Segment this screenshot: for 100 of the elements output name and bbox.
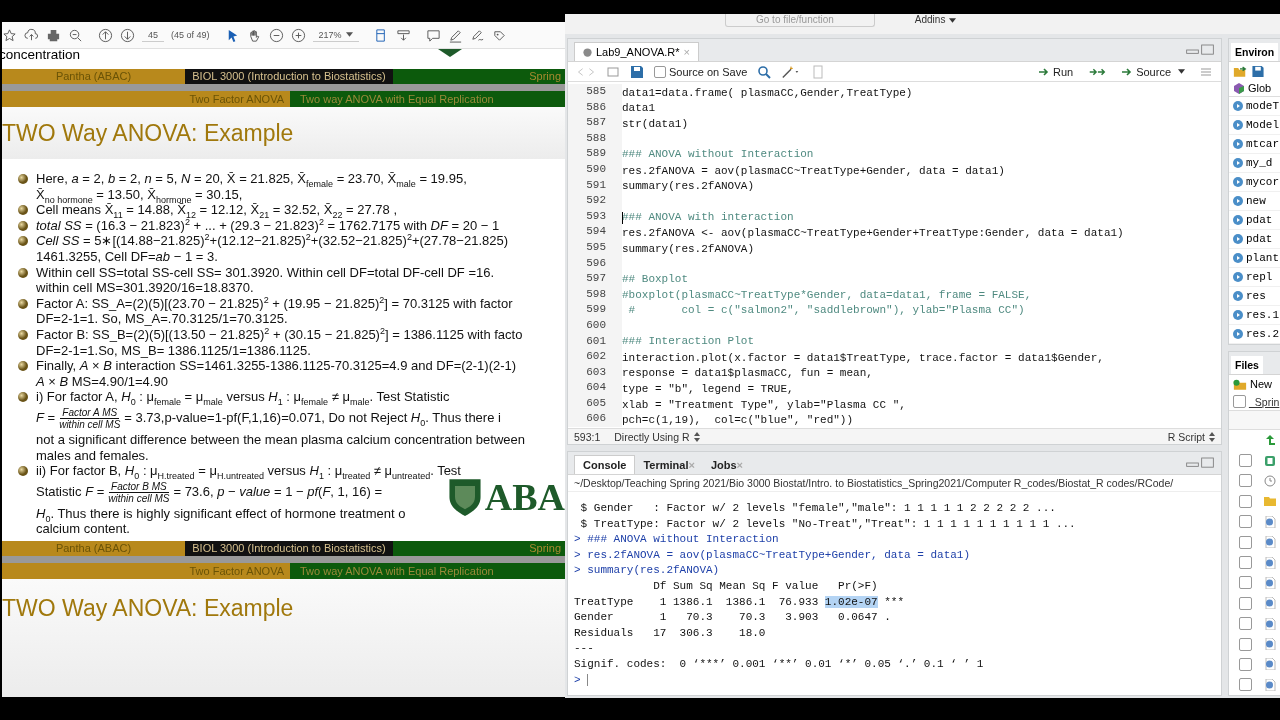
file-tab[interactable]: Lab9_ANOVA.R* × — [574, 42, 699, 61]
files-tab[interactable]: Files — [1231, 356, 1263, 374]
author-band: Pantha (ABAC) — [2, 69, 185, 84]
addins-menu[interactable]: Addins — [914, 14, 957, 26]
new-folder-button[interactable]: New — [1229, 375, 1280, 393]
page-down-icon[interactable] — [120, 27, 135, 43]
window-buttons-icon[interactable] — [1185, 44, 1215, 56]
code-line: type = "b", legend = TRUE, — [622, 382, 795, 396]
environment-item[interactable]: mycor — [1229, 173, 1280, 192]
file-checkbox[interactable] — [1239, 576, 1252, 590]
file-checkbox[interactable] — [1239, 515, 1252, 529]
code-line: ### ANOVA with interaction — [622, 210, 794, 223]
bullet-text: calcium content. — [36, 521, 131, 537]
file-checkbox[interactable] — [1239, 678, 1252, 692]
bullet-icon — [18, 236, 28, 247]
updown-caret-icon — [693, 431, 700, 442]
scroll-mode-icon[interactable] — [395, 27, 411, 43]
console-line: > ### ANOVA without Interaction — [574, 532, 780, 548]
pen-icon[interactable] — [447, 27, 463, 43]
environment-item[interactable]: res.2 — [1229, 325, 1280, 344]
slide-title: TWO Way ANOVA: Example — [2, 119, 294, 147]
star-icon[interactable] — [2, 27, 17, 43]
r-file-icon[interactable] — [1264, 515, 1276, 528]
r-file-icon[interactable] — [1264, 638, 1276, 651]
parent-folder-icon[interactable] — [1264, 434, 1276, 447]
r-file-icon[interactable] — [1264, 536, 1276, 549]
folder-breadcrumb[interactable]: _Sprin — [1229, 393, 1280, 410]
upload-icon[interactable] — [24, 27, 39, 43]
slide-title: TWO Way ANOVA: Example — [2, 595, 294, 622]
environment-item[interactable]: pdat — [1229, 211, 1280, 230]
save-icon[interactable] — [1251, 64, 1265, 78]
environment-item[interactable]: repl — [1229, 268, 1280, 287]
environment-item[interactable]: my_d — [1229, 154, 1280, 173]
clock-icon[interactable] — [1264, 474, 1276, 487]
data-object-icon — [1233, 177, 1243, 187]
file-checkbox[interactable] — [1239, 596, 1252, 610]
file-type-dropdown[interactable]: R Script — [1167, 430, 1215, 443]
environment-item[interactable]: plant — [1229, 249, 1280, 268]
r-file-icon[interactable] — [1264, 658, 1276, 671]
file-checkbox[interactable] — [1239, 494, 1252, 508]
environment-item[interactable]: res.1 — [1229, 306, 1280, 325]
environment-item[interactable]: modeT — [1229, 97, 1280, 116]
bullet-text: Finally, A × B interaction SS=1461.3255-1386.1125-70.3125=4.9 and DF=(2-1)(2-1) — [36, 358, 517, 374]
file-checkbox[interactable] — [1239, 637, 1252, 651]
file-checkbox[interactable] — [1239, 617, 1252, 631]
zoom-out-icon[interactable] — [268, 27, 284, 43]
window-buttons-icon[interactable] — [1185, 457, 1215, 469]
bullet-text: DF=2-1=1. So, MS_A=.70.3125/1=70.3125. — [36, 311, 289, 327]
r-file-icon[interactable] — [1264, 556, 1276, 569]
source-button[interactable]: Source — [1117, 65, 1189, 78]
subsection-band: Two way ANOVA with Equal Replication — [290, 563, 565, 579]
source-on-save-checkbox[interactable]: Source on Save — [654, 65, 748, 78]
line-number: 585 — [568, 84, 622, 100]
zoom-dropdown[interactable]: 217% — [312, 28, 359, 42]
run-button[interactable]: Run — [1033, 65, 1078, 78]
course-band: BIOL 3000 (Introduction to Biostatistics) — [185, 541, 393, 556]
print-icon[interactable] — [46, 27, 61, 43]
file-checkbox[interactable] — [1239, 556, 1252, 570]
r-file-icon[interactable] — [1264, 617, 1276, 630]
zoom-in-icon[interactable] — [290, 27, 306, 43]
console-tab[interactable]: Console — [574, 455, 636, 474]
r-file-icon[interactable] — [1264, 576, 1276, 589]
zoom-out-icon[interactable] — [68, 27, 83, 43]
code-line: res.2fANOVA = aov(plasmaCC~TreatType+Gender, data = data1) — [622, 163, 1006, 177]
save-icon[interactable] — [630, 64, 644, 79]
code-line: # col = c("salmon2", "saddlebrown"), ylab="Plasma CC") — [627, 304, 1025, 317]
data-object-icon — [1233, 158, 1243, 168]
environment-dropdown[interactable]: Glob — [1229, 80, 1280, 97]
file-checkbox[interactable] — [1239, 658, 1252, 671]
folder-icon[interactable] — [1264, 495, 1276, 508]
sign-icon[interactable] — [469, 27, 485, 43]
environment-item[interactable]: new — [1229, 192, 1280, 211]
search-icon[interactable] — [757, 64, 772, 79]
page-up-icon[interactable] — [98, 27, 113, 43]
file-checkbox[interactable] — [1239, 454, 1252, 468]
file-checkbox[interactable] — [1239, 474, 1252, 488]
code-line: ### Interaction Plot — [622, 335, 755, 348]
console-line: Df Sum Sq Mean Sq F value Pr(>F) — [652, 578, 879, 594]
console-tab[interactable]: Jobs× — [702, 456, 751, 474]
r-file-icon[interactable] — [1264, 597, 1276, 610]
bullet-text: X̄$_{no hormone}$ = 13.50, X̄$_{hormone}$ = 30.15, — [36, 186, 244, 203]
new-folder-icon — [1233, 378, 1247, 390]
bullet-text: i) For factor A, H$_{0}$ : μ$_{female}$ = μ$_{male}$ versus H$_{1}$ : μ$_{female}$ ≠ μ$_{male}$. Test Statistic — [36, 389, 451, 405]
open-folder-icon[interactable] — [1233, 64, 1247, 78]
scope-dropdown[interactable]: Directly Using R — [614, 430, 700, 443]
bullet-text: Factor A: SS_A=(2)(5)[(23.70 − 21.825)$^{2}$ + (19.95 − 21.825)$^{2}$] = 70.3125 with factor — [36, 295, 513, 312]
page-number-field[interactable]: 45 — [142, 28, 164, 42]
environment-tab[interactable]: Environ — [1231, 43, 1279, 61]
r-file-icon[interactable] — [1264, 678, 1276, 691]
environment-item[interactable]: mtcar — [1229, 135, 1280, 154]
environment-item[interactable]: Model — [1229, 116, 1280, 135]
course-band: BIOL 3000 (Introduction to Biostatistics) — [185, 69, 393, 84]
r-document-icon[interactable] — [1264, 454, 1276, 467]
caret-icon — [345, 32, 353, 37]
environment-item[interactable]: pdat — [1229, 230, 1280, 249]
comment-icon[interactable] — [425, 27, 441, 43]
console-tab[interactable]: Terminal× — [635, 456, 703, 474]
environment-item[interactable]: res — [1229, 287, 1280, 306]
code-line: xlab = "Treatment Type", ylab="Plasma CC ", — [622, 397, 907, 411]
file-checkbox[interactable] — [1239, 535, 1252, 549]
